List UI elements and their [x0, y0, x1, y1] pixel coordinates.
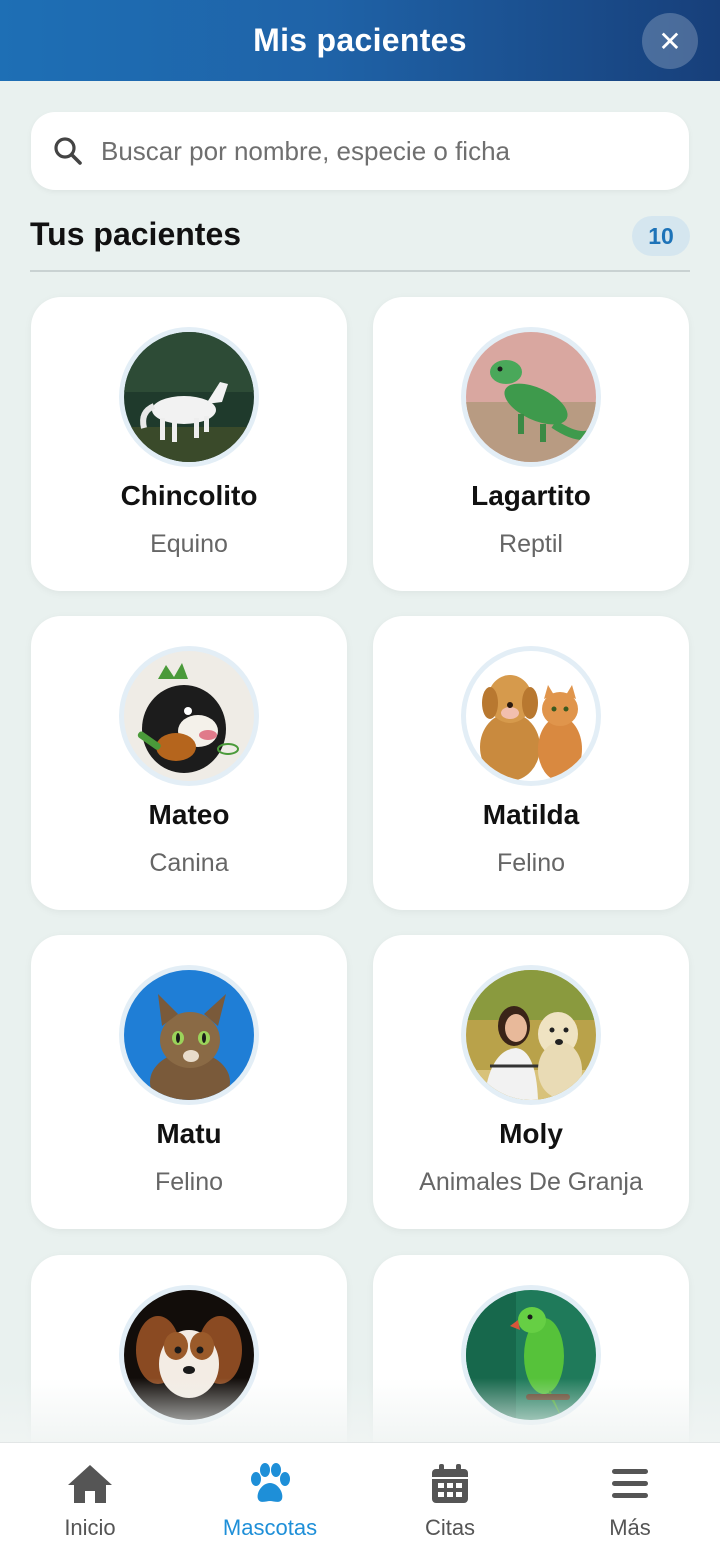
search-bar[interactable] — [31, 112, 689, 190]
paw-icon — [251, 1463, 290, 1502]
patient-card[interactable]: Moly Animales De Granja — [373, 935, 689, 1229]
nav-label: Citas — [424, 1515, 476, 1540]
patient-name: Lagartito — [471, 480, 591, 511]
dog-and-cat-photo — [466, 651, 596, 781]
dog-illustration — [124, 651, 254, 781]
calendar-icon — [432, 1464, 468, 1503]
nav-item-citas[interactable]: Citas — [360, 1443, 540, 1558]
nav-label: Inicio — [64, 1515, 116, 1540]
patient-name: Matilda — [482, 799, 580, 830]
patient-card[interactable]: Lagartito Reptil — [373, 297, 689, 591]
search-icon — [54, 137, 82, 165]
nav-item-inicio[interactable]: Inicio — [0, 1443, 180, 1558]
patient-card[interactable]: Matilda Felino — [373, 616, 689, 910]
patient-card[interactable]: Chincolito Equino — [31, 297, 347, 591]
patient-species: Canina — [149, 849, 229, 877]
patient-card[interactable]: Mateo Canina — [31, 616, 347, 910]
iguana-photo — [466, 332, 596, 462]
top-app-bar: Mis pacientes ✕ — [0, 0, 720, 81]
horse-photo — [124, 332, 254, 462]
nav-item-mas[interactable]: Más — [540, 1443, 720, 1558]
patient-name: Mateo — [148, 799, 230, 830]
nav-label: Más — [609, 1515, 651, 1540]
patient-species: Equino — [150, 530, 228, 558]
search-input[interactable] — [101, 135, 641, 167]
patient-species: Felino — [154, 1168, 224, 1196]
patient-name: Matu — [156, 1118, 222, 1149]
patient-species: Reptil — [499, 530, 563, 558]
section-title: Tus pacientes — [30, 216, 242, 252]
nav-item-mascotas[interactable]: Mascotas — [180, 1443, 360, 1558]
patient-species: Felino — [496, 849, 566, 877]
close-button[interactable]: ✕ — [642, 13, 698, 69]
patient-avatar — [119, 646, 259, 786]
patient-avatar — [119, 965, 259, 1105]
patient-name: Chincolito — [120, 480, 258, 511]
scroll-fade — [0, 1378, 720, 1444]
section-header: Tus pacientes 10 — [30, 210, 690, 272]
patient-avatar — [461, 646, 601, 786]
patient-avatar — [461, 965, 601, 1105]
home-icon — [68, 1465, 112, 1503]
close-icon: ✕ — [658, 25, 682, 57]
bottom-navigation: Inicio Mascotas Citas Más — [0, 1442, 720, 1558]
patient-count-badge: 10 — [632, 216, 690, 256]
patient-species: Animales De Granja — [419, 1168, 643, 1196]
page-title: Mis pacientes — [253, 22, 467, 58]
woman-with-dog-photo — [466, 970, 596, 1100]
patient-card[interactable]: Matu Felino — [31, 935, 347, 1229]
patient-avatar — [461, 327, 601, 467]
menu-icon — [612, 1469, 648, 1498]
cat-photo — [124, 970, 254, 1100]
patient-name: Moly — [499, 1118, 563, 1149]
nav-label: Mascotas — [222, 1515, 318, 1540]
patient-avatar — [119, 327, 259, 467]
